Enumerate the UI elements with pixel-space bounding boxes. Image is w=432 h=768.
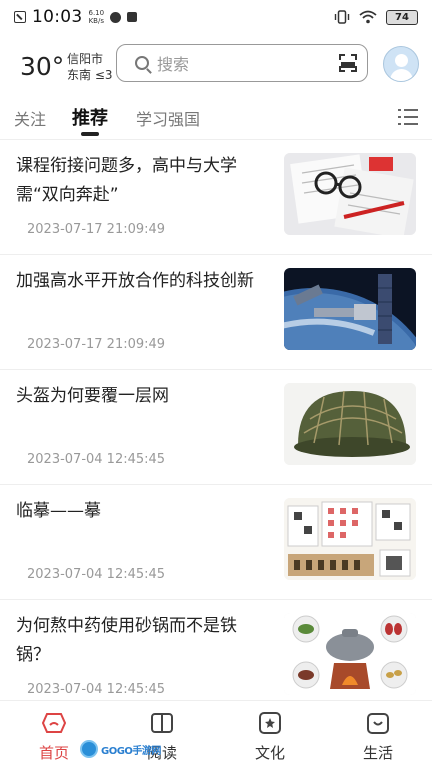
app-notification-icon-2 <box>127 12 138 22</box>
network-speed-unit: KB/s <box>88 17 104 25</box>
nav-culture[interactable]: 文化 <box>216 701 324 768</box>
battery-icon: 74 <box>386 9 418 25</box>
channel-menu-icon[interactable] <box>398 108 418 126</box>
weather-wind[interactable]: 东南 ≤3 <box>67 66 113 83</box>
search-icon <box>135 56 149 70</box>
search-input[interactable]: 搜索 <box>116 44 368 82</box>
news-list: 课程衔接问题多，高中与大学需“双向奔赴” 2023-07-17 21:09:49 <box>0 140 432 715</box>
status-bar: 10:03 6.10 KB/s 74 <box>0 0 432 34</box>
channel-tabs: 关注 推荐 学习强国 <box>0 96 432 140</box>
news-date: 2023-07-04 12:45:45 <box>27 567 166 582</box>
search-placeholder: 搜索 <box>157 55 190 74</box>
nav-life[interactable]: 生活 <box>324 701 432 768</box>
news-item[interactable]: 临摹——摹 2023-07-04 12:45:45 <box>0 485 432 600</box>
news-thumbnail <box>284 498 416 580</box>
app-notification-icon <box>110 11 122 23</box>
news-thumbnail <box>284 268 416 350</box>
tab-recommend[interactable]: 推荐 <box>72 104 108 130</box>
watermark-text: GOGO手游网 <box>101 745 161 757</box>
news-date: 2023-07-04 12:45:45 <box>27 452 166 467</box>
news-thumbnail <box>284 613 416 695</box>
status-time: 10:03 <box>32 7 83 27</box>
news-title: 为何熬中药使用砂锅而不是铁锅？ <box>16 616 237 665</box>
news-date: 2023-07-17 21:09:49 <box>27 222 166 237</box>
weather-city[interactable]: 信阳市 <box>67 50 103 67</box>
book-icon <box>151 713 173 733</box>
watermark: GOGO手游网 <box>80 739 166 759</box>
news-item[interactable]: 头盔为何要覆一层网 2023-07-04 12:45:45 <box>0 370 432 485</box>
header: 30° 信阳市 东南 ≤3 搜索 <box>0 40 432 90</box>
news-title: 课程衔接问题多，高中与大学需“双向奔赴” <box>16 156 237 205</box>
news-title: 临摹——摹 <box>16 501 101 521</box>
wifi-icon <box>359 10 377 24</box>
nav-life-label: 生活 <box>362 744 393 762</box>
vibrate-icon <box>334 10 350 24</box>
avatar[interactable] <box>383 46 419 82</box>
nav-culture-label: 文化 <box>254 744 285 762</box>
news-title: 加强高水平开放合作的科技创新 <box>16 271 254 291</box>
star-box-icon <box>259 712 281 734</box>
network-speed-value: 6.10 <box>88 9 105 17</box>
news-title: 头盔为何要覆一层网 <box>16 386 169 406</box>
home-icon <box>42 713 66 733</box>
scan-icon[interactable] <box>339 54 357 72</box>
news-date: 2023-07-17 21:09:49 <box>27 337 166 352</box>
bottom-nav: 首页 阅读 文化 生活 <box>0 700 432 768</box>
notification-icon <box>14 11 26 23</box>
news-item[interactable]: 为何熬中药使用砂锅而不是铁锅？ 2023-07-04 12:45:45 <box>0 600 432 715</box>
tab-xuexi-qiangguo[interactable]: 学习强国 <box>136 106 200 130</box>
tab-follow[interactable]: 关注 <box>14 106 46 130</box>
active-tab-indicator <box>81 132 99 136</box>
news-thumbnail <box>284 153 416 235</box>
news-date: 2023-07-04 12:45:45 <box>27 682 166 697</box>
weather-temperature[interactable]: 30° <box>20 52 64 81</box>
network-speed: 6.10 KB/s <box>89 9 105 25</box>
news-thumbnail <box>284 383 416 465</box>
smile-bag-icon <box>367 713 389 734</box>
news-item[interactable]: 课程衔接问题多，高中与大学需“双向奔赴” 2023-07-17 21:09:49 <box>0 140 432 255</box>
watermark-logo-icon <box>80 740 98 758</box>
news-item[interactable]: 加强高水平开放合作的科技创新 2023-07-17 21:09:49 <box>0 255 432 370</box>
